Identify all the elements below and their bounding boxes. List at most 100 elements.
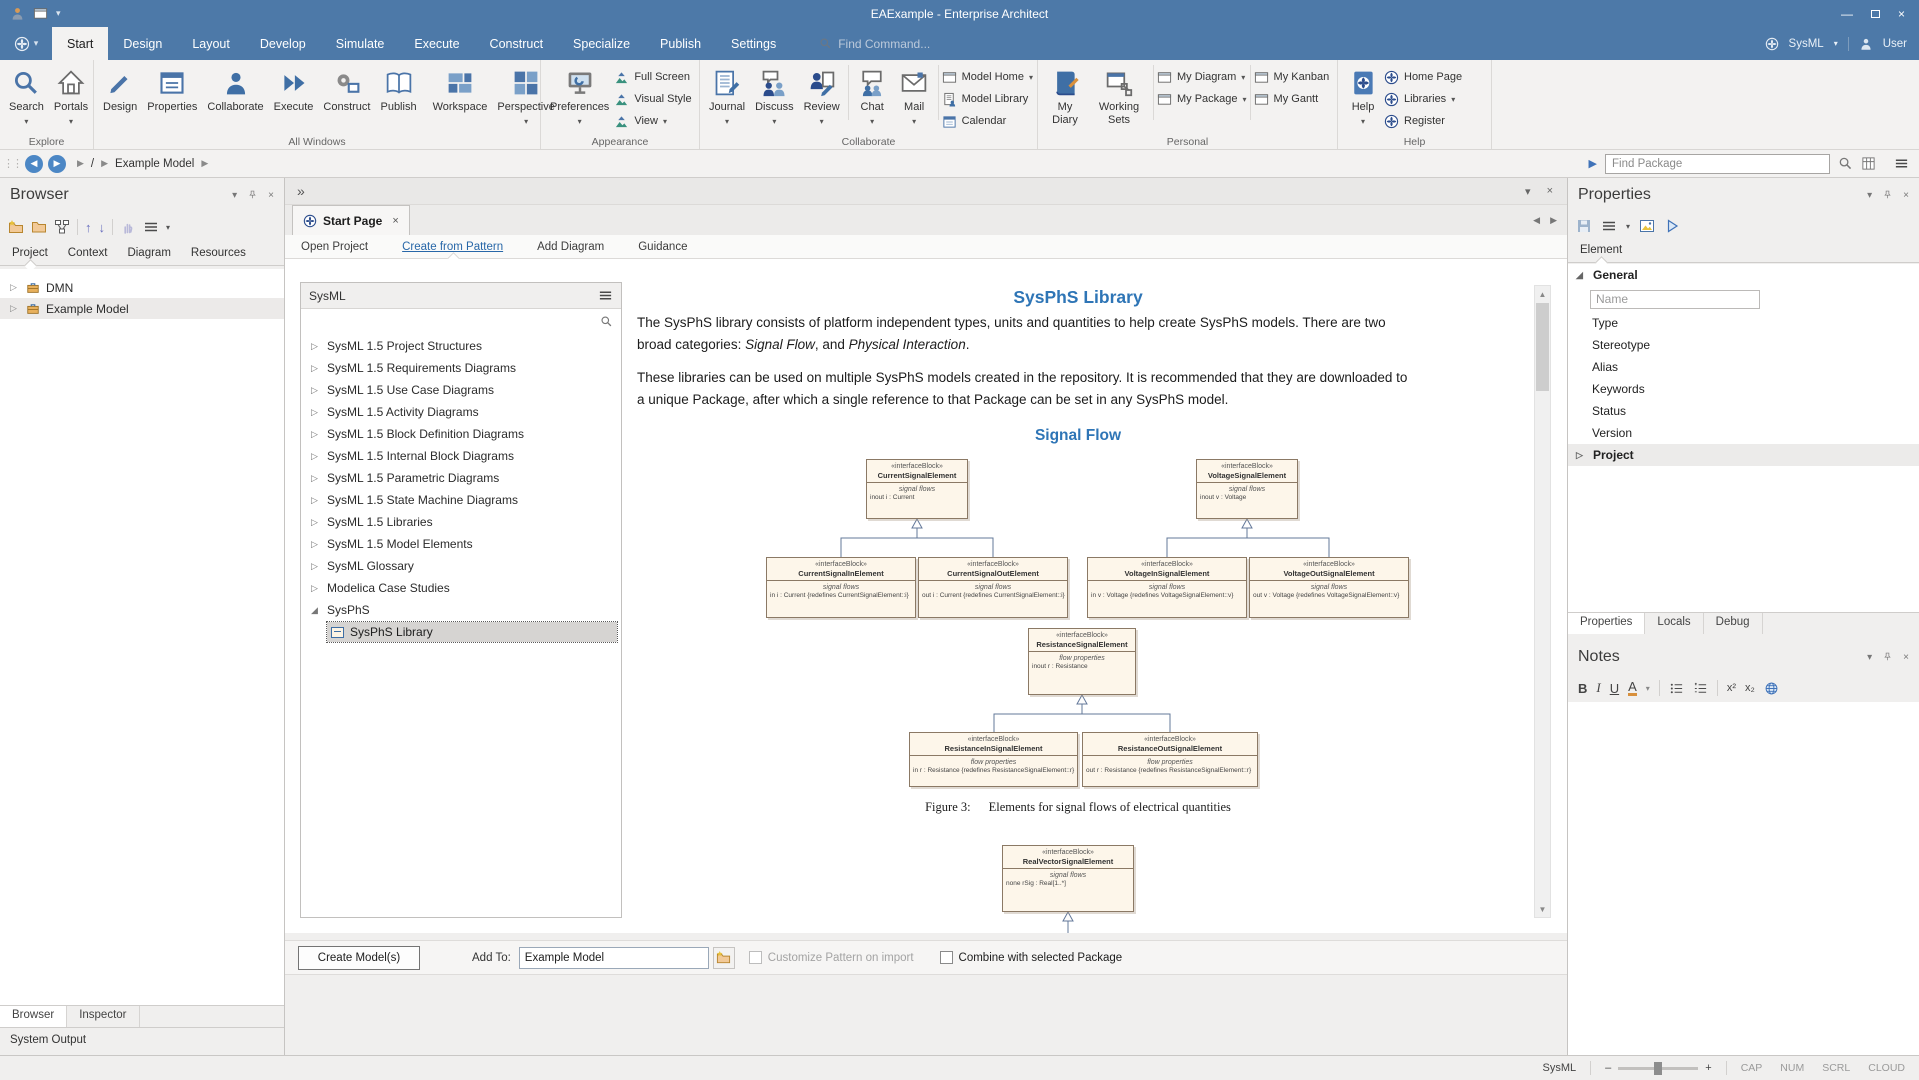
pattern-item[interactable]: ◢ SysPhS: [301, 599, 621, 621]
properties-dock-tab[interactable]: Locals: [1645, 613, 1703, 634]
ribbon-tab[interactable]: Develop: [245, 27, 321, 60]
find-package-input[interactable]: [1605, 154, 1830, 174]
subscript-button[interactable]: x₂: [1745, 682, 1755, 694]
superscript-button[interactable]: x²: [1727, 682, 1736, 694]
menu-icon[interactable]: [598, 288, 613, 303]
property-row-alias[interactable]: Alias: [1568, 356, 1919, 378]
property-group-general[interactable]: ◢ General: [1568, 264, 1919, 286]
pattern-item[interactable]: ▷ SysML Glossary: [301, 555, 621, 577]
working-sets-button[interactable]: Working Sets ▾: [1088, 63, 1150, 138]
move-down-icon[interactable]: ↓: [99, 220, 106, 235]
move-up-icon[interactable]: ↑: [85, 220, 92, 235]
ribbon-tab[interactable]: Execute: [399, 27, 474, 60]
browser-tab[interactable]: Diagram: [127, 247, 170, 259]
dropdown-caret[interactable]: ▾: [1646, 684, 1650, 693]
publish-button[interactable]: Publish ▾: [375, 63, 421, 125]
app-menu-button[interactable]: ▾: [0, 27, 52, 60]
pin-icon[interactable]: [247, 190, 258, 201]
name-field[interactable]: [1590, 290, 1760, 309]
browser-tab[interactable]: Project: [12, 247, 48, 259]
dock-tab[interactable]: Inspector: [67, 1006, 139, 1027]
panel-close-icon[interactable]: ×: [1903, 190, 1909, 201]
chevron-right-icon[interactable]: ▶: [77, 158, 84, 169]
pattern-item[interactable]: ▷ SysML 1.5 Libraries: [301, 511, 621, 533]
journal-button[interactable]: Journal ▾: [704, 63, 750, 125]
expand-icon[interactable]: ▷: [311, 517, 327, 528]
expand-icon[interactable]: ▷: [311, 363, 327, 374]
full-screen-button[interactable]: Full Screen: [614, 68, 691, 86]
combine-package-checkbox[interactable]: Combine with selected Package: [940, 951, 1123, 964]
tree-item-dmn[interactable]: ▷ DMN: [0, 277, 284, 298]
pattern-item-selected[interactable]: SysPhS Library: [327, 622, 617, 642]
expand-icon[interactable]: ▷: [311, 451, 327, 462]
start-page-nav-item[interactable]: Open Project: [301, 241, 368, 253]
collaborate-button[interactable]: Collaborate ▾: [202, 63, 268, 125]
zoom-out-icon[interactable]: –: [1605, 1062, 1611, 1074]
scroll-tabs-right-icon[interactable]: ▶: [1550, 215, 1557, 226]
home-page-button[interactable]: Home Page: [1384, 68, 1462, 86]
execute-button[interactable]: Execute ▾: [269, 63, 319, 125]
hand-pointer-icon[interactable]: [120, 219, 136, 235]
pattern-item[interactable]: ▷ SysML 1.5 Model Elements: [301, 533, 621, 555]
zoom-in-icon[interactable]: +: [1705, 1062, 1711, 1074]
numbered-list-icon[interactable]: [1693, 681, 1708, 696]
tab-close-icon[interactable]: ×: [1547, 185, 1553, 198]
ribbon-tab[interactable]: Settings: [716, 27, 791, 60]
expand-icon[interactable]: ▷: [311, 495, 327, 506]
close-button[interactable]: ×: [1898, 7, 1905, 21]
panel-dropdown-caret[interactable]: ▾: [1867, 652, 1872, 663]
chevron-right-icon[interactable]: ▶: [201, 158, 208, 169]
expand-icon[interactable]: ▷: [311, 583, 327, 594]
scroll-up-icon[interactable]: ▲: [1535, 286, 1550, 302]
ribbon-tab[interactable]: Specialize: [558, 27, 645, 60]
expand-icon[interactable]: ▷: [311, 385, 327, 396]
dock-tab[interactable]: Browser: [0, 1006, 67, 1027]
hyperlink-globe-icon[interactable]: [1764, 681, 1779, 696]
find-command[interactable]: Find Command...: [819, 27, 930, 60]
start-page-nav-item[interactable]: Create from Pattern: [402, 241, 503, 253]
save-icon[interactable]: [1576, 218, 1592, 234]
italic-button[interactable]: I: [1596, 680, 1600, 696]
pattern-item[interactable]: ▷ SysML 1.5 Requirements Diagrams: [301, 357, 621, 379]
element-tab[interactable]: Element: [1580, 244, 1622, 256]
grid-view-icon[interactable]: [1861, 156, 1876, 171]
model-library-button[interactable]: Model Library: [942, 90, 1033, 108]
tab-list-caret[interactable]: ▾: [1525, 185, 1531, 198]
review-button[interactable]: Review ▾: [799, 63, 845, 125]
ribbon-tab[interactable]: Start: [52, 27, 108, 60]
my-kanban-button[interactable]: My Kanban: [1254, 68, 1330, 86]
user-menu[interactable]: User: [1883, 38, 1907, 50]
browser-tab[interactable]: Context: [68, 247, 108, 259]
chevron-right-icon[interactable]: ▶: [101, 158, 108, 169]
bold-button[interactable]: B: [1578, 681, 1587, 696]
zoom-slider-thumb[interactable]: [1654, 1062, 1662, 1075]
properties-button[interactable]: Properties ▾: [142, 63, 202, 125]
my-diary-button[interactable]: My Diary ▾: [1042, 63, 1088, 138]
search-icon[interactable]: [600, 315, 613, 328]
panel-dropdown-caret[interactable]: ▾: [1867, 190, 1872, 201]
panel-dropdown-caret[interactable]: ▾: [232, 190, 237, 201]
design-button[interactable]: Design ▾: [98, 63, 142, 125]
expand-icon[interactable]: ◢: [311, 605, 327, 616]
pattern-item[interactable]: ▷ SysML 1.5 Project Structures: [301, 335, 621, 357]
scroll-down-icon[interactable]: ▼: [1535, 901, 1550, 917]
expand-icon[interactable]: ▷: [311, 539, 327, 550]
libraries-button[interactable]: Libraries ▾: [1384, 90, 1462, 108]
mail-button[interactable]: Mail ▾: [893, 63, 935, 125]
my-package-button[interactable]: My Package ▾: [1157, 90, 1247, 108]
ribbon-tab[interactable]: Simulate: [321, 27, 400, 60]
drag-handle[interactable]: ⋮⋮: [0, 157, 25, 170]
calendar-button[interactable]: Calendar: [942, 112, 1033, 130]
expand-icon[interactable]: ▷: [311, 561, 327, 572]
menu-icon[interactable]: [143, 219, 159, 235]
breadcrumb-item[interactable]: Example Model: [115, 158, 194, 170]
minimize-button[interactable]: —: [1841, 7, 1853, 21]
forward-button[interactable]: ▶: [48, 155, 66, 173]
panel-close-icon[interactable]: ×: [1903, 652, 1909, 663]
expand-icon[interactable]: ▷: [10, 303, 20, 314]
pattern-item[interactable]: ▷ SysML 1.5 Use Case Diagrams: [301, 379, 621, 401]
pattern-item[interactable]: ▷ SysML 1.5 Block Definition Diagrams: [301, 423, 621, 445]
collapse-icon[interactable]: ◢: [1576, 270, 1586, 281]
properties-dock-tab[interactable]: Debug: [1704, 613, 1763, 634]
pin-icon[interactable]: [1882, 190, 1893, 201]
